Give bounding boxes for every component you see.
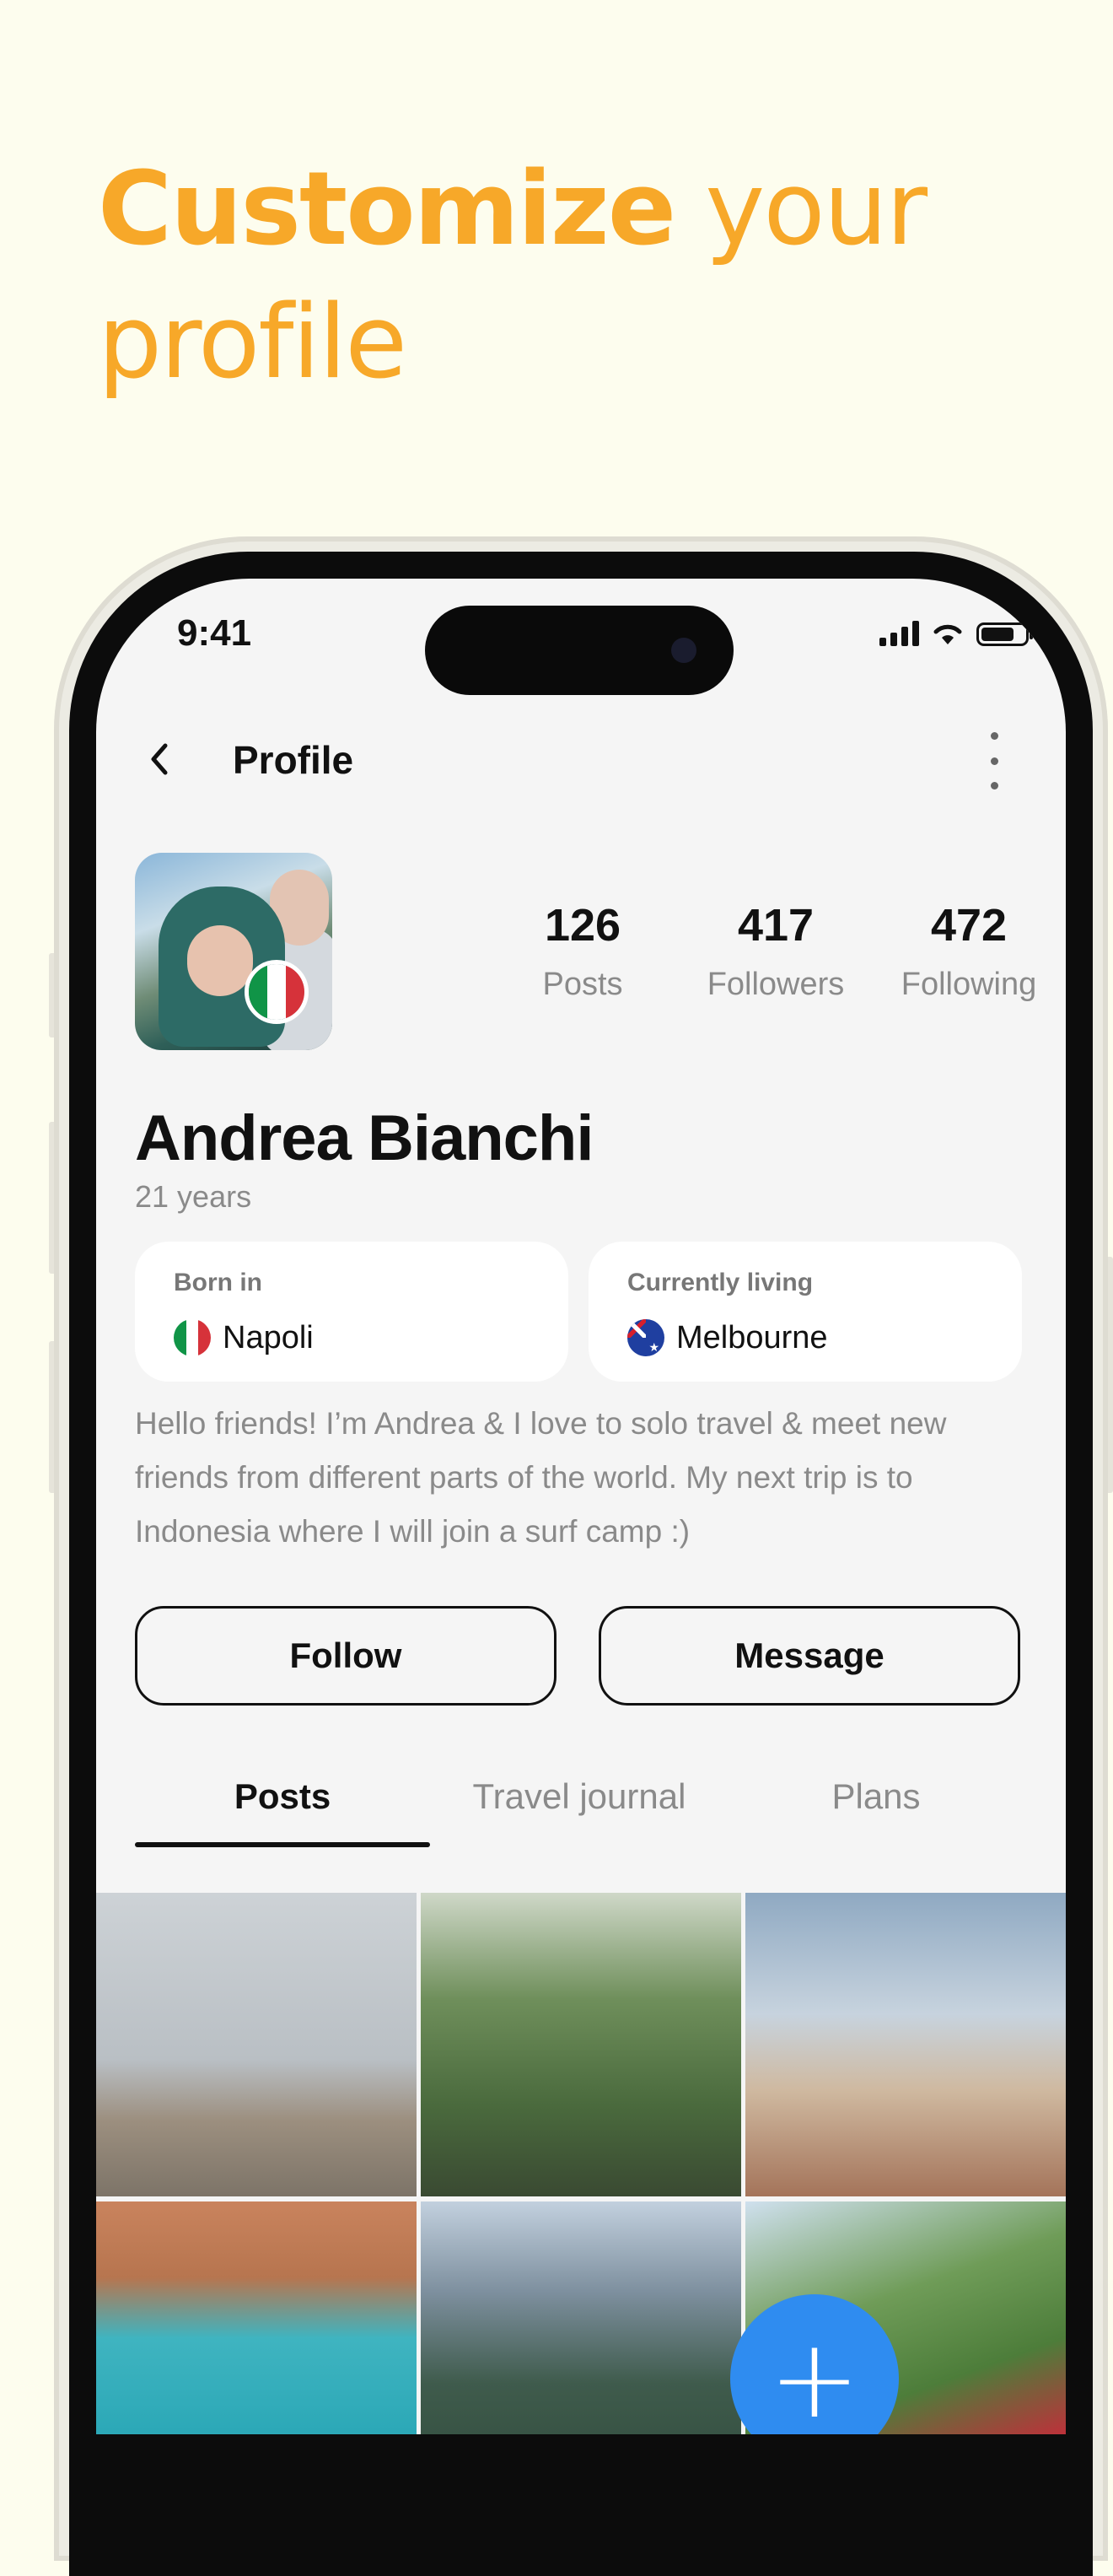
status-icons — [879, 621, 1033, 646]
post-thumbnail[interactable] — [96, 2201, 417, 2434]
stat-following-label: Following — [901, 967, 1037, 1002]
profile-bio: Hello friends! I’m Andrea & I love to so… — [135, 1406, 947, 1549]
italy-flag-icon — [245, 960, 309, 1024]
top-nav: Profile — [96, 719, 1066, 803]
plus-icon: + — [768, 2315, 861, 2434]
stat-followers-label: Followers — [707, 967, 845, 1002]
wifi-icon — [933, 624, 962, 644]
camera-icon — [671, 638, 696, 663]
more-options-icon[interactable] — [981, 732, 1007, 790]
born-in-value: Napoli — [223, 1319, 314, 1355]
tab-plans[interactable]: Plans — [729, 1776, 1024, 1817]
cellular-signal-icon — [879, 621, 919, 646]
stat-following[interactable]: 472 Following — [868, 899, 1066, 1003]
tab-travel-journal[interactable]: Travel journal — [432, 1776, 727, 1817]
phone-screen: 9:41 Profile 126 Posts 417 Followers 472… — [96, 579, 1066, 2434]
currently-living-value: Melbourne — [676, 1319, 828, 1355]
born-in-caption: Born in — [174, 1269, 262, 1296]
stat-followers[interactable]: 417 Followers — [675, 899, 877, 1003]
stat-posts-value: 126 — [544, 900, 621, 951]
headline-bold: Customize — [98, 151, 676, 268]
stat-posts-label: Posts — [542, 967, 623, 1002]
headline-line2: profile — [98, 284, 407, 401]
follow-button[interactable]: Follow — [135, 1606, 556, 1706]
back-arrow-icon[interactable] — [143, 742, 177, 776]
active-tab-indicator — [135, 1842, 430, 1847]
post-thumbnail[interactable] — [96, 1893, 417, 2196]
page-title: Profile — [233, 738, 354, 782]
headline-rest: your — [675, 151, 928, 268]
italy-flag-icon — [174, 1319, 211, 1356]
message-button[interactable]: Message — [599, 1606, 1020, 1706]
stat-posts[interactable]: 126 Posts — [481, 899, 684, 1003]
born-in-card: Born in Napoli — [135, 1242, 568, 1382]
posts-grid — [96, 1893, 1066, 2434]
currently-living-caption: Currently living — [627, 1269, 814, 1296]
status-time: 9:41 — [177, 612, 252, 654]
post-thumbnail[interactable] — [421, 2201, 741, 2434]
currently-living-card: Currently living Melbourne — [589, 1242, 1022, 1382]
stat-followers-value: 417 — [737, 900, 815, 951]
stat-following-value: 472 — [930, 900, 1008, 951]
post-thumbnail[interactable] — [421, 1893, 741, 2196]
profile-tabs: Posts Travel journal Plans — [135, 1776, 1029, 1847]
avatar[interactable] — [135, 853, 332, 1050]
profile-name: Andrea Bianchi — [135, 1102, 594, 1174]
australia-flag-icon — [627, 1319, 664, 1356]
post-thumbnail[interactable] — [745, 1893, 1066, 2196]
promo-headline: Customize your profile — [98, 143, 1067, 410]
dynamic-island — [425, 606, 734, 695]
profile-age: 21 years — [135, 1179, 252, 1214]
tab-posts[interactable]: Posts — [135, 1776, 430, 1817]
battery-icon — [976, 622, 1033, 646]
